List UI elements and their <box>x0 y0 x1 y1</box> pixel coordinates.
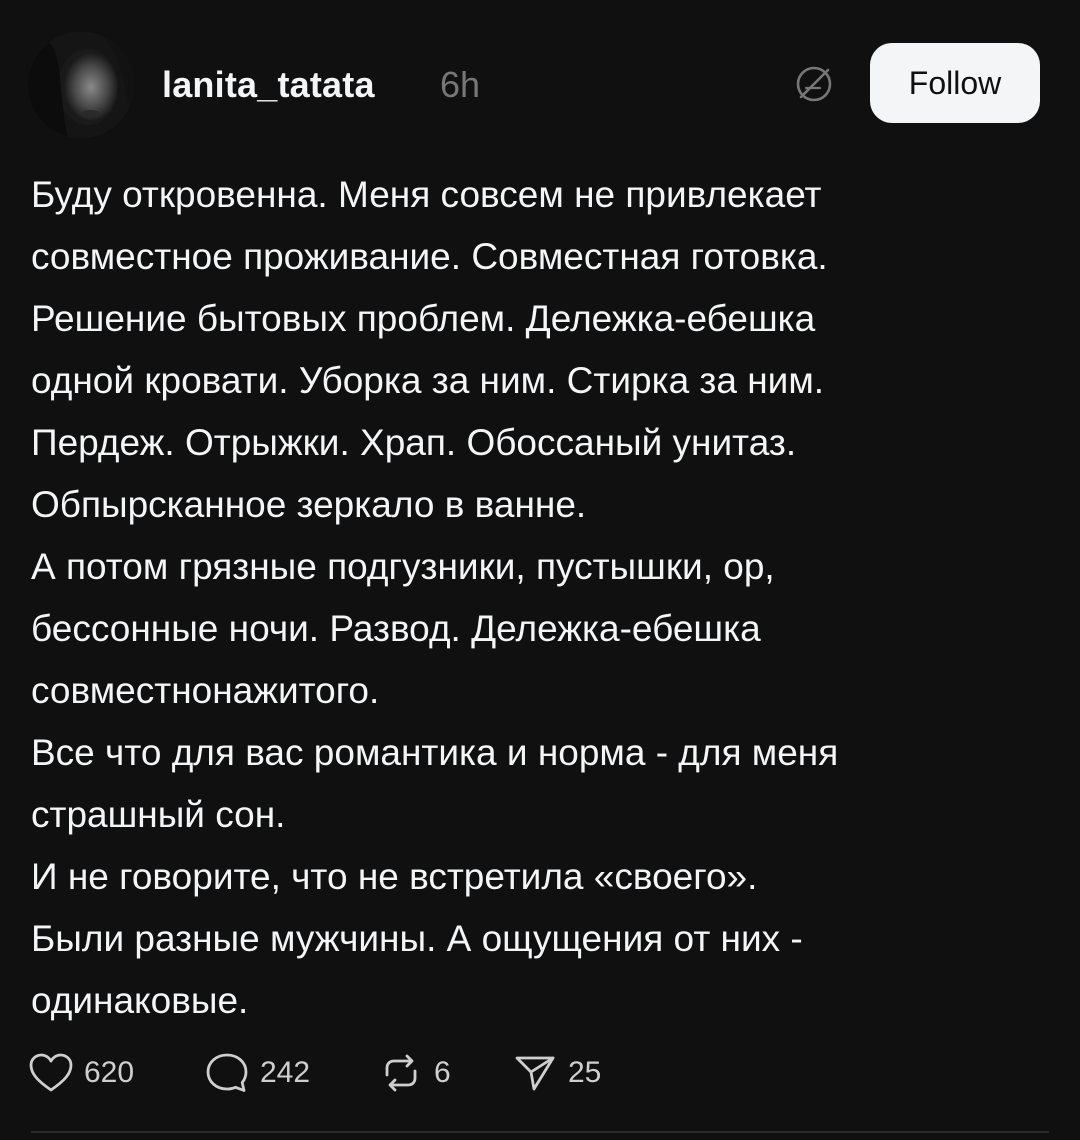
post-text-line: страшный сон. <box>31 794 286 835</box>
post-timestamp: 6h <box>440 64 481 105</box>
post-text-line: Буду откровенна. Меня совсем не привлека… <box>31 174 822 215</box>
mute-icon[interactable] <box>792 62 836 106</box>
post-text-line: одной кровати. Уборка за ним. Стирка за … <box>31 360 825 401</box>
follow-button[interactable]: Follow <box>870 43 1040 123</box>
share-button[interactable]: 25 <box>512 1050 601 1096</box>
post-text-line: одинаковые. <box>31 980 249 1021</box>
post-body-text: Буду откровенна. Меня совсем не привлека… <box>31 164 1041 1032</box>
post-text-line: Пердеж. Отрыжки. Храп. Обоссаный унитаз. <box>31 422 797 463</box>
comment-icon <box>206 1053 248 1092</box>
username[interactable]: lanita_tatata <box>162 64 375 106</box>
post-text-line: Были разные мужчины. А ощущения от них - <box>31 918 803 959</box>
thread-post: lanita_tatata 6h Follow Буду откровенна.… <box>0 0 1080 1140</box>
post-text-line: совместнонажитого. <box>31 670 380 711</box>
share-count: 25 <box>568 1056 602 1089</box>
post-divider <box>31 1131 1049 1133</box>
comment-count: 242 <box>260 1056 311 1089</box>
like-count: 620 <box>84 1056 135 1089</box>
avatar-photo-icon <box>28 32 134 138</box>
post-text-line: Все что для вас романтика и норма - для … <box>31 732 839 773</box>
repost-icon <box>385 1054 417 1092</box>
send-icon <box>515 1056 555 1091</box>
comment-button[interactable]: 242 <box>204 1050 310 1096</box>
post-text-line: Решение бытовых проблем. Дележка-ебешка <box>31 298 816 339</box>
post-text-line: совместное проживание. Совместная готовк… <box>31 236 828 277</box>
repost-button[interactable]: 6 <box>378 1050 451 1096</box>
post-text-line: Обпырсканное зеркало в ванне. <box>31 484 587 525</box>
post-actions-bar: 620 242 6 25 <box>28 1050 1028 1096</box>
repost-count: 6 <box>434 1056 451 1089</box>
post-text-line: А потом грязные подгузники, пустышки, ор… <box>31 546 775 587</box>
like-button[interactable]: 620 <box>28 1050 134 1096</box>
post-text-line: бессонные ночи. Развод. Дележка-ебешка <box>31 608 761 649</box>
heart-icon <box>29 1053 73 1092</box>
avatar[interactable] <box>28 32 134 138</box>
post-text-line: И не говорите, что не встретила «своего»… <box>31 856 758 897</box>
